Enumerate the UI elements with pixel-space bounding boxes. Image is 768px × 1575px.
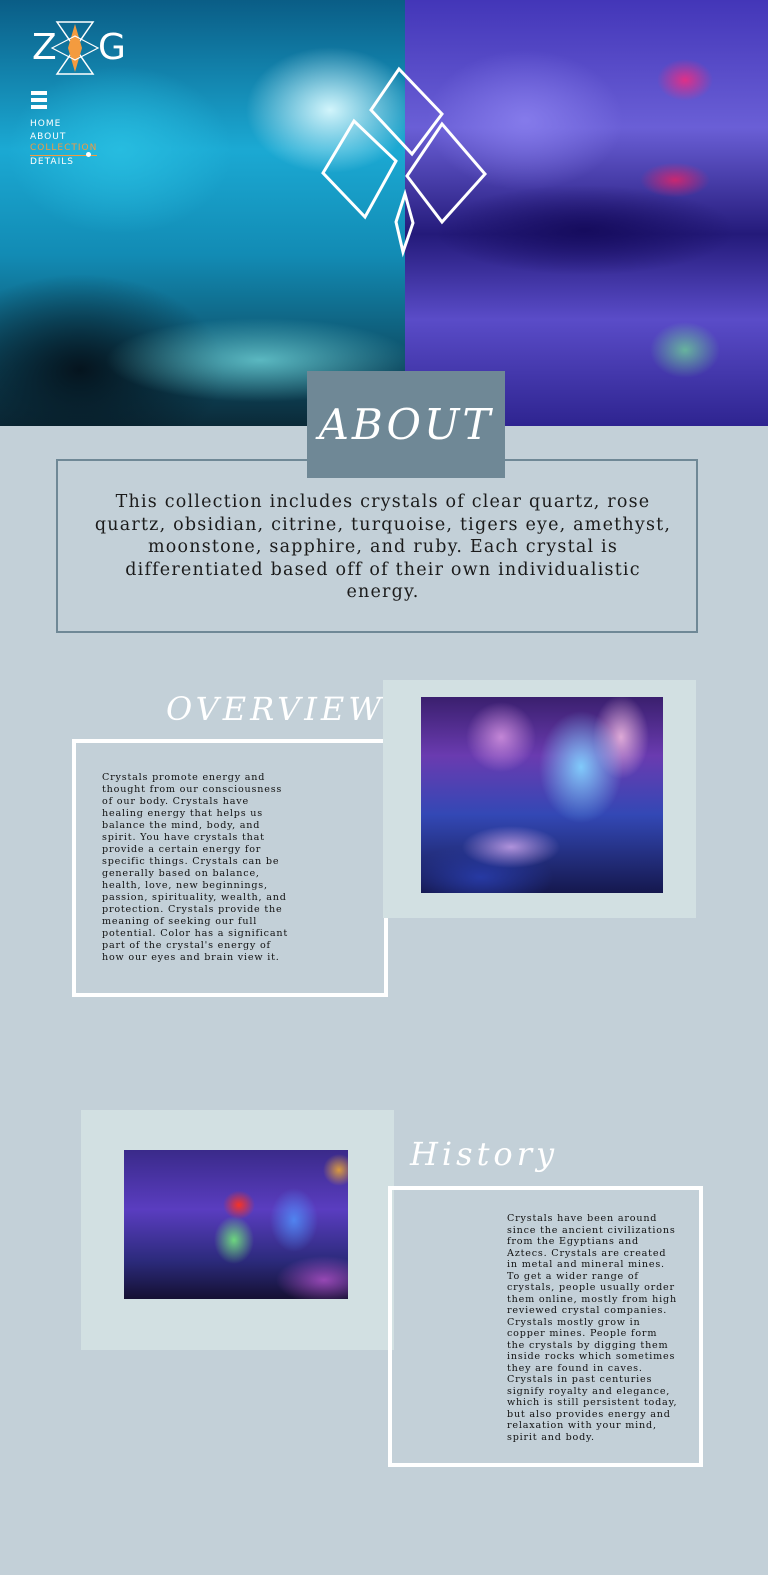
hero-banner: Z G HOME ABOUT COLLECTION DETAILS — [0, 0, 768, 426]
nav-item-about[interactable]: ABOUT — [30, 131, 97, 144]
logo-letter-right: G — [98, 27, 126, 68]
diamond-outline-icon — [321, 66, 487, 258]
about-title: ABOUT — [318, 400, 494, 449]
history-crystal-cave-image — [124, 1150, 348, 1299]
overview-text: Crystals promote energy and thought from… — [102, 772, 289, 963]
logo-mark-icon — [50, 21, 100, 75]
nav-item-details[interactable]: DETAILS — [30, 156, 97, 169]
cursor-pointer-icon — [86, 152, 91, 157]
history-text-card: Crystals have been around since the anci… — [388, 1186, 703, 1467]
history-text: Crystals have been around since the anci… — [507, 1213, 678, 1443]
overview-text-card: Crystals promote energy and thought from… — [72, 739, 388, 997]
overview-title: OVERVIEW — [166, 690, 386, 728]
brand-logo[interactable]: Z G — [30, 20, 130, 76]
main-nav: HOME ABOUT COLLECTION DETAILS — [30, 118, 98, 169]
nav-item-home[interactable]: HOME — [30, 118, 97, 131]
about-heading-tab: ABOUT — [307, 371, 505, 478]
overview-crystal-cave-image — [421, 697, 663, 893]
history-image-panel — [81, 1110, 394, 1350]
hamburger-icon[interactable] — [31, 91, 47, 111]
overview-image-panel — [383, 680, 696, 918]
about-box: This collection includes crystals of cle… — [56, 459, 698, 633]
about-text: This collection includes crystals of cle… — [94, 492, 672, 602]
history-title: History — [410, 1135, 559, 1173]
